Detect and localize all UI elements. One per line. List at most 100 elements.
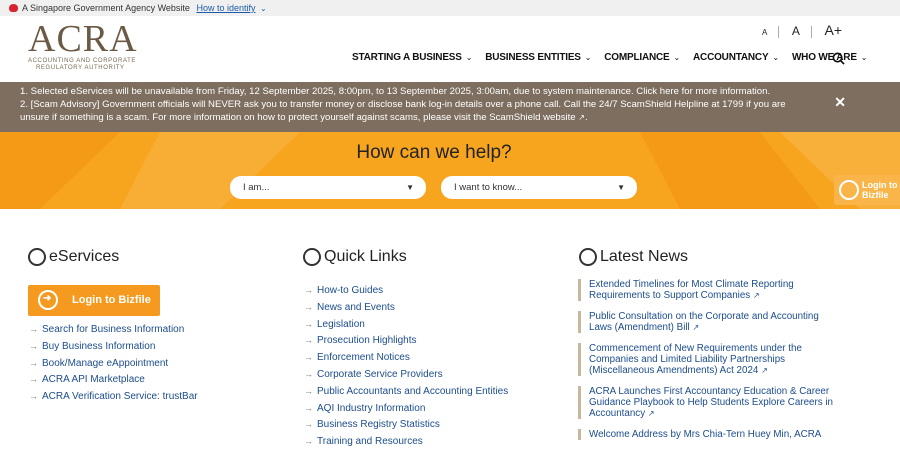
text-size-large[interactable]: A+ bbox=[824, 22, 842, 38]
arrow-right-icon: → bbox=[29, 374, 38, 385]
help-hero: How can we help? I am... ▼ I want to kno… bbox=[0, 132, 900, 209]
login-button-label: Login to Bizfile bbox=[72, 294, 151, 306]
link-label: How-to Guides bbox=[317, 285, 384, 296]
arrow-right-icon: → bbox=[304, 402, 313, 413]
i-am-select-value: I am... bbox=[243, 182, 270, 193]
newspaper-icon bbox=[579, 248, 597, 266]
arrow-right-icon: → bbox=[304, 368, 313, 379]
alert-line-2: 2. [Scam Advisory] Government officials … bbox=[20, 99, 786, 110]
text-size-small[interactable]: A bbox=[762, 28, 767, 37]
nav-who-we-are[interactable]: WHO WE ARE ⌄ bbox=[792, 52, 868, 63]
news-item[interactable]: ACRA Launches First Accountancy Educatio… bbox=[578, 386, 833, 419]
news-item[interactable]: Welcome Address by Mrs Chia-Tern Huey Mi… bbox=[578, 429, 833, 440]
quick-links-heading: Quick Links bbox=[303, 248, 407, 266]
maintenance-alert: 1. Selected eServices will be unavailabl… bbox=[0, 82, 900, 132]
news-line: Commencement of New Requirements under t… bbox=[589, 343, 802, 354]
news-item[interactable]: Commencement of New Requirements under t… bbox=[578, 343, 833, 376]
side-login-label-2: Bizfile bbox=[862, 190, 889, 200]
caret-down-icon: ▼ bbox=[617, 183, 625, 192]
chevron-down-icon[interactable]: ⌄ bbox=[260, 4, 267, 13]
quick-link[interactable]: → Enforcement Notices bbox=[304, 349, 508, 366]
quick-link[interactable]: → AQI Industry Information bbox=[304, 400, 508, 417]
news-line: Public Consultation on the Corporate and… bbox=[589, 311, 819, 322]
hero-title: How can we help? bbox=[356, 142, 512, 163]
side-login-bizfile-button[interactable]: Login to Bizfile bbox=[834, 175, 900, 205]
arrow-right-icon: → bbox=[304, 419, 313, 430]
news-line: (Miscellaneous Amendments) Act 2024 bbox=[589, 365, 759, 376]
quick-link[interactable]: → Legislation bbox=[304, 316, 508, 333]
gov-bar: A Singapore Government Agency Website Ho… bbox=[0, 0, 900, 16]
quick-link[interactable]: → Business Registry Statistics bbox=[304, 416, 508, 433]
arrow-right-icon: → bbox=[304, 385, 313, 396]
nav-label: COMPLIANCE bbox=[604, 52, 670, 63]
i-am-select[interactable]: I am... ▼ bbox=[230, 176, 426, 199]
caret-down-icon: ▼ bbox=[406, 183, 414, 192]
chevron-down-icon: ⌄ bbox=[772, 53, 779, 62]
search-icon[interactable] bbox=[832, 52, 845, 65]
news-line: Extended Timelines for Most Climate Repo… bbox=[589, 279, 794, 290]
eservices-title: eServices bbox=[49, 248, 120, 265]
link-label: News and Events bbox=[317, 301, 395, 313]
text-size-controls: A A A+ bbox=[752, 22, 842, 39]
external-link-icon: ↗ bbox=[752, 291, 760, 300]
news-item[interactable]: Public Consultation on the Corporate and… bbox=[578, 311, 833, 333]
news-line: ACRA Launches First Accountancy Educatio… bbox=[589, 386, 830, 397]
news-line: Companies and Limited Liability Partners… bbox=[589, 354, 786, 365]
main-nav: STARTING A BUSINESS ⌄ BUSINESS ENTITIES ⌄ … bbox=[352, 52, 880, 63]
text-size-medium[interactable]: A bbox=[792, 24, 800, 38]
link-label: Public Accountants and Accounting Entiti… bbox=[317, 385, 509, 397]
i-want-to-know-select[interactable]: I want to know... ▼ bbox=[441, 176, 637, 199]
nav-label: STARTING A BUSINESS bbox=[352, 52, 462, 63]
acra-logo[interactable]: ACRA Accounting and Corporate Regulatory… bbox=[28, 20, 148, 78]
link-label: Legislation bbox=[317, 318, 365, 330]
link-label: Corporate Service Providers bbox=[317, 368, 443, 380]
quick-links-list: → How-to Guides → News and Events → Legisla… bbox=[304, 282, 508, 450]
i-want-to-know-select-value: I want to know... bbox=[454, 182, 523, 193]
link-label: Training and Resources bbox=[317, 436, 423, 448]
nav-business-entities[interactable]: BUSINESS ENTITIES ⌄ bbox=[485, 52, 591, 63]
eservices-links: → Search for Business Information → Buy Bu… bbox=[29, 321, 198, 405]
nav-compliance[interactable]: COMPLIANCE ⌄ bbox=[604, 52, 680, 63]
external-link-icon: ↗ bbox=[692, 323, 700, 332]
arrow-right-icon: → bbox=[304, 301, 313, 312]
login-to-bizfile-button[interactable]: Login to Bizfile bbox=[28, 283, 160, 316]
link-label: AQI Industry Information bbox=[317, 402, 426, 414]
alert-line-3[interactable]: unsure if something is a scam. For more … bbox=[20, 112, 576, 123]
eservices-link[interactable]: → Book/Manage eAppointment bbox=[29, 355, 198, 372]
logo-wordmark: ACRA bbox=[28, 18, 138, 60]
link-icon bbox=[303, 248, 321, 266]
nav-starting-a-business[interactable]: STARTING A BUSINESS ⌄ bbox=[352, 52, 472, 63]
arrow-right-icon: → bbox=[304, 285, 313, 295]
alert-line-1[interactable]: 1. Selected eServices will be unavailabl… bbox=[20, 85, 880, 98]
external-link-icon: ↗ bbox=[761, 366, 768, 375]
chevron-down-icon: ⌄ bbox=[465, 53, 473, 62]
how-to-identify-link[interactable]: How to identify bbox=[196, 3, 255, 13]
logo-subtitle-1: Accounting and Corporate bbox=[28, 58, 136, 64]
quick-link[interactable]: → How-to Guides bbox=[304, 282, 508, 299]
news-line: Accountancy bbox=[589, 408, 646, 419]
eservices-link[interactable]: → Buy Business Information bbox=[29, 338, 198, 355]
eservices-link[interactable]: → ACRA API Marketplace bbox=[29, 371, 198, 388]
quick-link[interactable]: → News and Events bbox=[304, 299, 508, 316]
eservices-heading: eServices bbox=[28, 248, 119, 266]
quick-link[interactable]: → Public Accountants and Accounting Entit… bbox=[304, 383, 508, 400]
nav-accountancy[interactable]: ACCOUNTANCY ⌄ bbox=[693, 52, 779, 63]
quick-link[interactable]: → Corporate Service Providers bbox=[304, 366, 508, 383]
gear-icon bbox=[28, 248, 46, 266]
quick-links-title: Quick Links bbox=[324, 248, 407, 265]
quick-link[interactable]: → Prosecution Highlights bbox=[304, 332, 508, 349]
news-item[interactable]: Extended Timelines for Most Climate Repo… bbox=[578, 279, 833, 301]
nav-label: ACCOUNTANCY bbox=[693, 52, 769, 63]
nav-label: BUSINESS ENTITIES bbox=[485, 52, 581, 63]
link-label: Buy Business Information bbox=[42, 340, 156, 352]
quick-link[interactable]: → Training and Resources bbox=[304, 433, 508, 450]
arrow-right-icon: → bbox=[304, 436, 313, 447]
link-label: Search for Business Information bbox=[42, 324, 185, 335]
eservices-link[interactable]: → Search for Business Information bbox=[29, 321, 198, 338]
arrow-right-icon: → bbox=[29, 357, 38, 368]
news-line: Laws (Amendment) Bill bbox=[589, 322, 690, 333]
link-label: ACRA API Marketplace bbox=[42, 374, 145, 386]
close-icon[interactable]: ✕ bbox=[834, 95, 846, 109]
eservices-link[interactable]: → ACRA Verification Service: trustBar bbox=[29, 388, 198, 405]
arrow-right-icon: → bbox=[304, 352, 313, 363]
